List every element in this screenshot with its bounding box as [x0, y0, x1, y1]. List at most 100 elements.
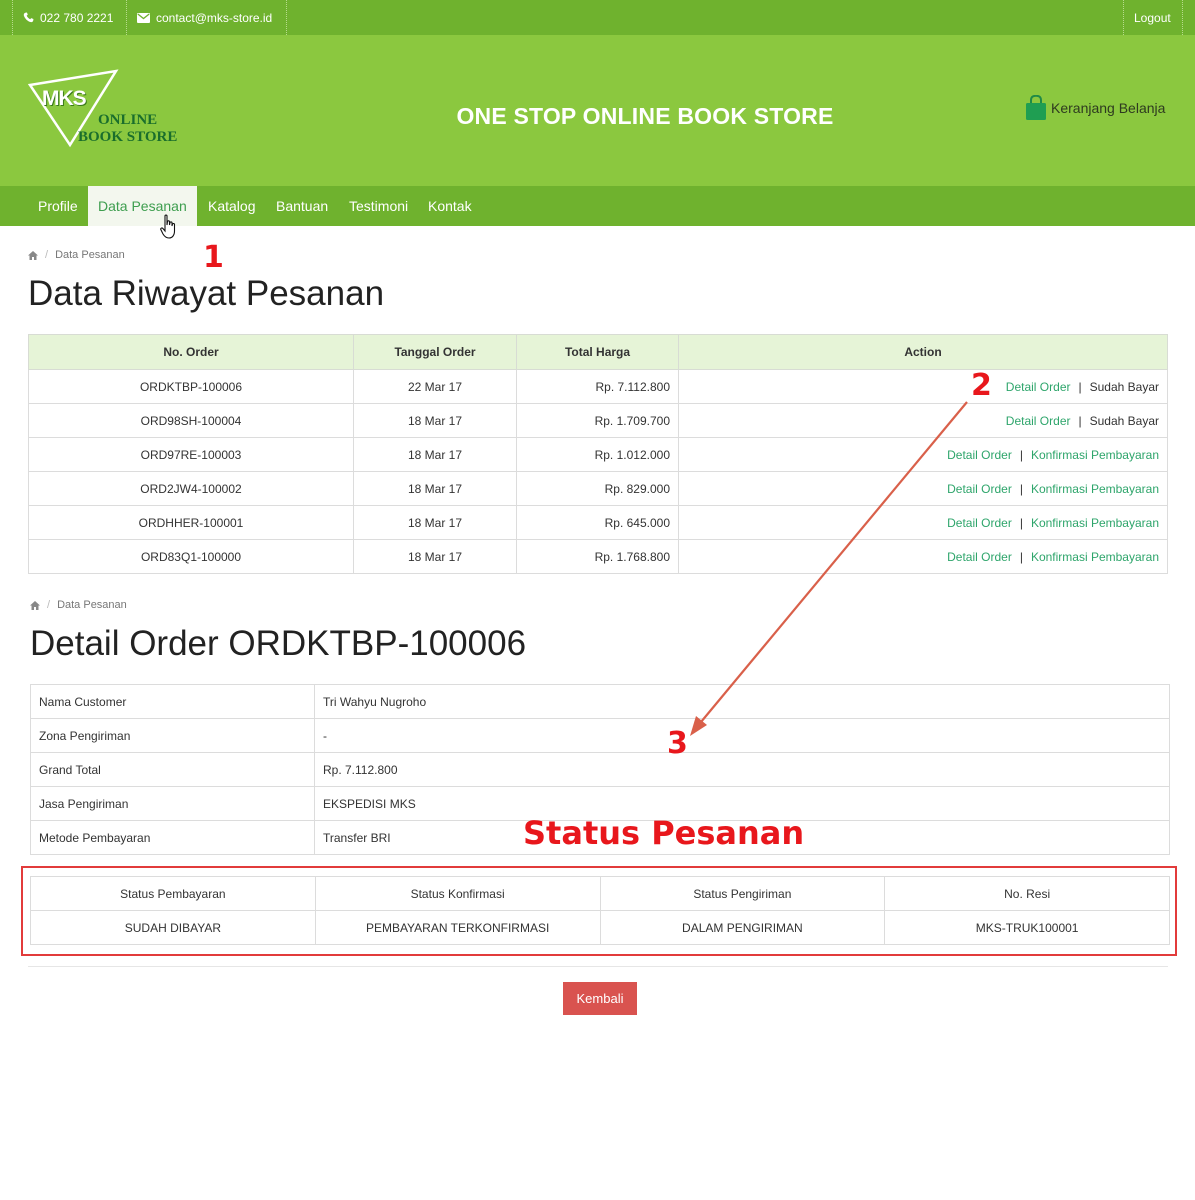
detail-title: Detail Order ORDKTBP-100006 — [30, 624, 527, 663]
orders-table: No. Order Tanggal Order Total Harga Acti… — [28, 334, 1168, 574]
breadcrumb-separator: / — [47, 599, 51, 611]
order-number: ORDHHER-100001 — [28, 505, 354, 540]
site-tagline: ONE STOP ONLINE BOOK STORE — [456, 103, 834, 129]
hand-cursor-icon — [160, 214, 176, 239]
logout-link[interactable]: Logout — [1124, 0, 1181, 35]
annotation-number: 2 — [971, 368, 992, 403]
order-date: 18 Mar 17 — [353, 505, 517, 540]
column-header: Total Harga — [516, 334, 679, 370]
confirm-payment-link[interactable]: Konfirmasi Pembayaran — [1031, 550, 1159, 564]
table-header-row: No. Order Tanggal Order Total Harga Acti… — [28, 334, 1168, 370]
nav-item-profile[interactable]: Profile — [28, 186, 88, 226]
order-date: 18 Mar 17 — [353, 539, 517, 574]
tracking-number: MKS-TRUK100001 — [884, 910, 1170, 945]
order-total: Rp. 1.709.700 — [516, 403, 679, 438]
table-row: ORD98SH-100004 18 Mar 17 Rp. 1.709.700 D… — [28, 403, 1168, 438]
email-address[interactable]: contact@mks-store.id — [156, 11, 272, 25]
payment-status: SUDAH DIBAYAR — [30, 910, 316, 945]
cart-link[interactable]: Keranjang Belanja — [1025, 95, 1165, 121]
order-date: 18 Mar 17 — [353, 471, 517, 506]
order-date: 18 Mar 17 — [353, 403, 517, 438]
breadcrumb-separator: / — [45, 249, 49, 261]
table-row: ORD83Q1-100000 18 Mar 17 Rp. 1.768.800 D… — [28, 539, 1168, 574]
table-row: Grand Total Rp. 7.112.800 — [30, 752, 1170, 787]
top-bar: 022 780 2221 contact@mks-store.id Logout — [0, 0, 1195, 35]
order-number: ORDKTBP-100006 — [28, 369, 354, 404]
confirm-payment-link[interactable]: Konfirmasi Pembayaran — [1031, 482, 1159, 496]
shopping-bag-icon — [1026, 95, 1046, 120]
table-row: ORDKTBP-100006 22 Mar 17 Rp. 7.112.800 D… — [28, 369, 1168, 404]
order-actions: Detail Order | Konfirmasi Pembayaran — [678, 471, 1168, 506]
column-header: No. Order — [28, 334, 354, 370]
order-number: ORD2JW4-100002 — [28, 471, 354, 506]
order-date: 22 Mar 17 — [353, 369, 517, 404]
table-row: ORD97RE-100003 18 Mar 17 Rp. 1.012.000 D… — [28, 437, 1168, 472]
nav-item-bantuan[interactable]: Bantuan — [266, 186, 338, 226]
logo-line1: ONLINE — [98, 112, 158, 128]
action-separator: | — [1019, 447, 1023, 462]
detail-order-link[interactable]: Detail Order — [947, 448, 1012, 462]
logo[interactable]: MKS ONLINE BOOK STORE — [28, 69, 188, 149]
nav-item-katalog[interactable]: Katalog — [198, 186, 265, 226]
logo-mark: MKS — [42, 87, 87, 110]
field-value: - — [314, 718, 1170, 753]
order-number: ORD83Q1-100000 — [28, 539, 354, 574]
order-date: 18 Mar 17 — [353, 437, 517, 472]
breadcrumb-current: Data Pesanan — [57, 599, 127, 611]
action-separator: | — [1078, 379, 1082, 394]
confirm-payment-link[interactable]: Konfirmasi Pembayaran — [1031, 448, 1159, 462]
detail-order-link[interactable]: Detail Order — [1006, 414, 1071, 428]
logo-line2: BOOK STORE — [78, 129, 178, 145]
action-separator: | — [1019, 549, 1023, 564]
field-value: Tri Wahyu Nugroho — [314, 684, 1170, 719]
detail-order-link[interactable]: Detail Order — [947, 516, 1012, 530]
home-icon[interactable] — [28, 250, 38, 260]
table-row: ORDHHER-100001 18 Mar 17 Rp. 645.000 Det… — [28, 505, 1168, 540]
field-label: Jasa Pengiriman — [30, 786, 315, 821]
table-row: SUDAH DIBAYAR PEMBAYARAN TERKONFIRMASI D… — [30, 910, 1170, 945]
envelope-icon — [137, 12, 150, 23]
nav-item-kontak[interactable]: Kontak — [418, 186, 482, 226]
field-label: Zona Pengiriman — [30, 718, 315, 753]
page-title: Data Riwayat Pesanan — [28, 274, 385, 313]
divider — [28, 966, 1168, 967]
annotation-number: 3 — [667, 726, 688, 761]
table-header-row: Status Pembayaran Status Konfirmasi Stat… — [30, 876, 1170, 911]
order-number: ORD97RE-100003 — [28, 437, 354, 472]
detail-order-link[interactable]: Detail Order — [947, 550, 1012, 564]
order-actions: Detail Order | Sudah Bayar — [678, 403, 1168, 438]
action-separator: | — [1019, 515, 1023, 530]
site-header: MKS ONLINE BOOK STORE ONE STOP ONLINE BO… — [0, 35, 1195, 186]
order-number: ORD98SH-100004 — [28, 403, 354, 438]
column-header: No. Resi — [884, 876, 1170, 911]
nav-item-data-pesanan[interactable]: Data Pesanan — [88, 186, 197, 226]
confirmation-status: PEMBAYARAN TERKONFIRMASI — [314, 910, 601, 945]
annotation-number: 1 — [203, 240, 224, 275]
action-separator: | — [1019, 481, 1023, 496]
order-status-table: Status Pembayaran Status Konfirmasi Stat… — [30, 876, 1170, 945]
shipping-status: DALAM PENGIRIMAN — [599, 910, 886, 945]
column-header: Status Pengiriman — [599, 876, 886, 911]
phone-number: 022 780 2221 — [40, 10, 114, 25]
column-header: Status Pembayaran — [30, 876, 316, 911]
cart-label[interactable]: Keranjang Belanja — [1051, 100, 1165, 116]
field-label: Metode Pembayaran — [30, 820, 315, 855]
home-icon[interactable] — [30, 600, 40, 610]
nav-item-testimoni[interactable]: Testimoni — [339, 186, 418, 226]
action-separator: | — [1078, 413, 1082, 428]
detail-order-link[interactable]: Detail Order — [947, 482, 1012, 496]
column-header: Status Konfirmasi — [314, 876, 601, 911]
detail-order-link[interactable]: Detail Order — [1006, 380, 1071, 394]
phone-icon — [23, 12, 34, 23]
divider — [1182, 0, 1183, 35]
order-actions: Detail Order | Konfirmasi Pembayaran — [678, 437, 1168, 472]
column-header: Action — [678, 334, 1168, 370]
email-contact[interactable]: contact@mks-store.id — [127, 0, 282, 35]
order-actions: Detail Order | Konfirmasi Pembayaran — [678, 505, 1168, 540]
order-actions: Detail Order | Konfirmasi Pembayaran — [678, 539, 1168, 574]
back-button[interactable]: Kembali — [563, 982, 637, 1015]
order-total: Rp. 1.012.000 — [516, 437, 679, 472]
phone-contact: 022 780 2221 — [13, 0, 123, 35]
confirm-payment-link[interactable]: Konfirmasi Pembayaran — [1031, 516, 1159, 530]
annotation-title: Status Pesanan — [523, 814, 805, 852]
